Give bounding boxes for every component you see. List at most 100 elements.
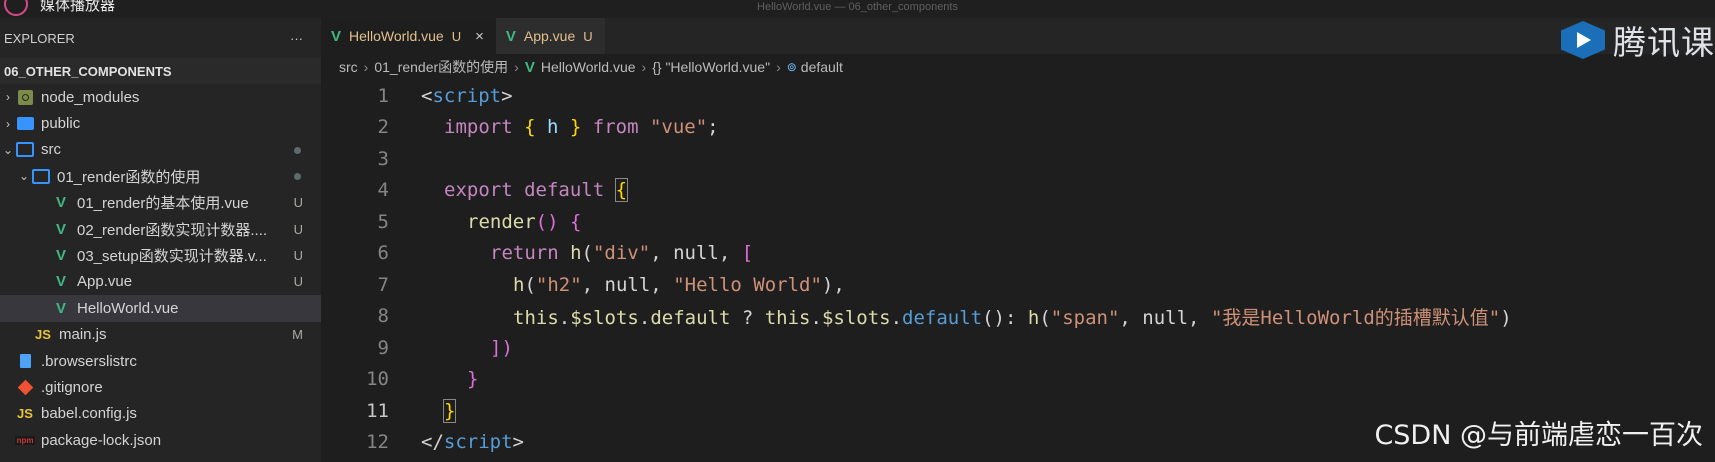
tree-item-file[interactable]: JS babel.config.js xyxy=(0,401,321,427)
tree-item-label: 03_setup函数实现计数器.v... xyxy=(77,248,267,266)
vue-file-icon: V xyxy=(55,194,66,212)
git-status-badge: U xyxy=(293,195,303,211)
tree-item-file[interactable]: V 02_render函数实现计数器.... U xyxy=(0,216,321,242)
tree-item-label: package-lock.json xyxy=(41,431,162,449)
code-text: } xyxy=(467,368,479,391)
chevron-right-icon: › xyxy=(363,59,369,75)
csdn-watermark: CSDN @与前端虐恋一百次 xyxy=(1374,420,1703,451)
tree-item-file[interactable]: npm package-lock.json xyxy=(0,427,321,453)
code-text: export default { xyxy=(444,178,629,203)
npm-icon: npm xyxy=(14,435,36,445)
close-icon[interactable]: × xyxy=(475,28,484,45)
tree-item-file[interactable]: .browserslistrc xyxy=(0,348,321,374)
chevron-right-icon: › xyxy=(776,59,781,75)
line-number: 6 xyxy=(377,242,389,265)
code-text: ]) xyxy=(490,336,513,359)
editor-tabs: V HelloWorld.vue U × V App.vue U xyxy=(321,18,1715,54)
tree-item-label: node_modules xyxy=(41,88,140,106)
line-number: 11 xyxy=(366,399,389,422)
code-line: 7 h("h2", null, "Hello World"), xyxy=(321,269,1715,301)
line-number: 8 xyxy=(377,305,389,328)
tree-item-label: 01_render的基本使用.vue xyxy=(77,195,249,213)
vue-file-icon: V xyxy=(55,220,66,238)
tree-item-label: App.vue xyxy=(77,273,133,291)
tree-item-label: .browserslistrc xyxy=(41,352,137,370)
vue-file-icon: V xyxy=(55,273,66,291)
tab-helloworld[interactable]: V HelloWorld.vue U × xyxy=(321,18,496,54)
code-text: </script> xyxy=(421,431,524,454)
symbol-icon: ⊚ xyxy=(786,60,797,74)
breadcrumb-folder[interactable]: 01_render函数的使用 xyxy=(374,57,508,77)
tree-item-label: 02_render函数实现计数器.... xyxy=(77,221,268,239)
explorer-header: EXPLORER ··· xyxy=(0,18,321,58)
code-text: import { h } from "vue"; xyxy=(444,116,719,139)
code-line: 10 } xyxy=(321,364,1715,396)
tab-label: App.vue xyxy=(523,28,576,44)
code-line: 6 return h("div", null, [ xyxy=(321,238,1715,270)
code-line: 2 import { h } from "vue"; xyxy=(321,112,1715,144)
tree-item-src[interactable]: ⌄ src xyxy=(0,137,321,163)
breadcrumb-src[interactable]: src xyxy=(339,59,358,75)
tree-item-label: HelloWorld.vue xyxy=(77,299,179,317)
line-number: 1 xyxy=(377,84,389,107)
line-number: 4 xyxy=(377,179,389,202)
tree-item-node-modules[interactable]: › node_modules xyxy=(0,84,321,110)
vue-file-icon: V xyxy=(55,247,66,265)
breadcrumb-file[interactable]: HelloWorld.vue xyxy=(541,59,636,75)
project-header[interactable]: 06_OTHER_COMPONENTS xyxy=(0,58,321,84)
code-text: return h("div", null, [ xyxy=(490,242,754,265)
git-status-badge: U xyxy=(293,274,303,290)
tree-item-label: 01_render函数的使用 xyxy=(57,168,201,186)
git-icon xyxy=(16,379,34,396)
tree-item-public[interactable]: › public xyxy=(0,110,321,136)
code-line: 1 <script> xyxy=(321,80,1715,112)
tree-item-label: .gitignore xyxy=(41,378,103,396)
title-bar: 媒体播放器 HelloWorld.vue — 06_other_componen… xyxy=(0,0,1715,18)
window-title: HelloWorld.vue — 06_other_components xyxy=(757,1,958,13)
tab-label: HelloWorld.vue xyxy=(349,28,444,44)
git-status-badge: U xyxy=(293,248,303,264)
git-status-badge: U xyxy=(583,28,593,44)
vue-file-icon: V xyxy=(505,27,516,45)
line-number: 7 xyxy=(377,273,389,296)
vue-file-icon: V xyxy=(331,27,342,45)
js-file-icon: JS xyxy=(17,406,33,422)
breadcrumb-symbol[interactable]: default xyxy=(801,59,843,75)
code-text: } xyxy=(442,398,457,423)
explorer-title: EXPLORER xyxy=(4,30,75,46)
tencent-class-logo-icon xyxy=(1561,21,1605,59)
tree-item-label: babel.config.js xyxy=(41,405,137,423)
tree-item-file[interactable]: V 03_setup函数实现计数器.v... U xyxy=(0,242,321,268)
line-number: 9 xyxy=(377,336,389,359)
code-line: 3 xyxy=(321,143,1715,175)
folder-open-icon xyxy=(16,142,34,158)
chevron-right-icon: › xyxy=(641,59,647,75)
tab-app[interactable]: V App.vue U xyxy=(495,18,605,54)
line-number: 2 xyxy=(377,116,389,139)
tree-item-file[interactable]: JS main.js M xyxy=(0,322,321,348)
modified-dot-icon xyxy=(294,173,301,181)
chevron-down-icon: ⌄ xyxy=(2,142,14,157)
tree-item-file[interactable]: V 01_render的基本使用.vue U xyxy=(0,190,321,216)
more-actions-button[interactable]: ··· xyxy=(290,31,303,46)
tree-item-file[interactable]: V App.vue U xyxy=(0,269,321,295)
code-text: h("h2", null, "Hello World"), xyxy=(513,273,845,296)
tree-item-label: public xyxy=(41,115,81,133)
git-status-badge: U xyxy=(451,28,462,44)
chevron-down-icon: ⌄ xyxy=(18,169,30,184)
tree-item-render-folder[interactable]: ⌄ 01_render函数的使用 xyxy=(0,163,321,189)
project-title: 06_OTHER_COMPONENTS xyxy=(4,63,172,79)
tree-item-label: src xyxy=(41,141,61,159)
tree-item-file[interactable]: .gitignore xyxy=(0,374,321,400)
git-status-badge: U xyxy=(293,221,303,237)
vue-file-icon: V xyxy=(55,299,66,317)
modified-dot-icon xyxy=(294,146,301,154)
code-editor[interactable]: 1 <script> 2 import { h } from "vue"; 3 … xyxy=(321,80,1715,462)
line-number: 10 xyxy=(366,368,389,391)
code-text: <script> xyxy=(421,84,513,107)
line-number: 5 xyxy=(377,210,389,233)
breadcrumb-object[interactable]: {} "HelloWorld.vue" xyxy=(652,59,770,75)
code-text: render() { xyxy=(467,210,582,233)
vue-file-icon: V xyxy=(524,58,535,76)
tree-item-file-selected[interactable]: V HelloWorld.vue xyxy=(0,295,321,322)
